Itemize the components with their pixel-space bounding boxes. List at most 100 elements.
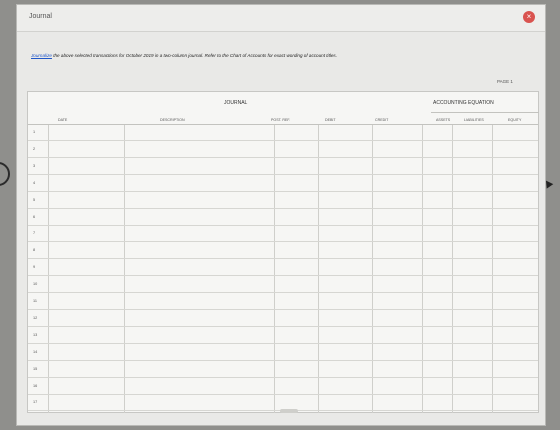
post-ref-cell[interactable] <box>276 177 316 190</box>
debit-cell[interactable] <box>320 396 370 409</box>
debit-cell[interactable] <box>320 244 370 257</box>
credit-cell[interactable] <box>374 194 420 207</box>
assets-cell[interactable] <box>424 380 450 393</box>
post-ref-cell[interactable] <box>276 346 316 359</box>
liabilities-cell[interactable] <box>454 261 490 274</box>
description-cell[interactable] <box>126 261 272 274</box>
description-cell[interactable] <box>126 126 272 139</box>
description-cell[interactable] <box>126 380 272 393</box>
date-cell[interactable] <box>50 329 122 342</box>
liabilities-cell[interactable] <box>454 227 490 240</box>
assets-cell[interactable] <box>424 177 450 190</box>
equity-cell[interactable] <box>494 329 536 342</box>
liabilities-cell[interactable] <box>454 329 490 342</box>
liabilities-cell[interactable] <box>454 160 490 173</box>
date-cell[interactable] <box>50 143 122 156</box>
date-cell[interactable] <box>50 396 122 409</box>
equity-cell[interactable] <box>494 211 536 224</box>
date-cell[interactable] <box>50 227 122 240</box>
liabilities-cell[interactable] <box>454 396 490 409</box>
credit-cell[interactable] <box>374 396 420 409</box>
post-ref-cell[interactable] <box>276 143 316 156</box>
debit-cell[interactable] <box>320 160 370 173</box>
liabilities-cell[interactable] <box>454 363 490 376</box>
journalize-link[interactable]: Journalize <box>31 53 52 58</box>
assets-cell[interactable] <box>424 211 450 224</box>
equity-cell[interactable] <box>494 126 536 139</box>
debit-cell[interactable] <box>320 227 370 240</box>
date-cell[interactable] <box>50 346 122 359</box>
date-cell[interactable] <box>50 211 122 224</box>
credit-cell[interactable] <box>374 177 420 190</box>
credit-cell[interactable] <box>374 363 420 376</box>
credit-cell[interactable] <box>374 126 420 139</box>
description-cell[interactable] <box>126 278 272 291</box>
post-ref-cell[interactable] <box>276 126 316 139</box>
date-cell[interactable] <box>50 363 122 376</box>
date-cell[interactable] <box>50 194 122 207</box>
scroll-handle[interactable] <box>280 409 298 413</box>
post-ref-cell[interactable] <box>276 312 316 325</box>
date-cell[interactable] <box>50 295 122 308</box>
debit-cell[interactable] <box>320 363 370 376</box>
equity-cell[interactable] <box>494 244 536 257</box>
date-cell[interactable] <box>50 278 122 291</box>
equity-cell[interactable] <box>494 177 536 190</box>
assets-cell[interactable] <box>424 278 450 291</box>
post-ref-cell[interactable] <box>276 211 316 224</box>
equity-cell[interactable] <box>494 160 536 173</box>
liabilities-cell[interactable] <box>454 380 490 393</box>
debit-cell[interactable] <box>320 126 370 139</box>
assets-cell[interactable] <box>424 227 450 240</box>
assets-cell[interactable] <box>424 346 450 359</box>
liabilities-cell[interactable] <box>454 126 490 139</box>
assets-cell[interactable] <box>424 363 450 376</box>
post-ref-cell[interactable] <box>276 396 316 409</box>
equity-cell[interactable] <box>494 227 536 240</box>
debit-cell[interactable] <box>320 278 370 291</box>
credit-cell[interactable] <box>374 160 420 173</box>
date-cell[interactable] <box>50 312 122 325</box>
description-cell[interactable] <box>126 312 272 325</box>
post-ref-cell[interactable] <box>276 244 316 257</box>
liabilities-cell[interactable] <box>454 295 490 308</box>
liabilities-cell[interactable] <box>454 346 490 359</box>
date-cell[interactable] <box>50 160 122 173</box>
liabilities-cell[interactable] <box>454 143 490 156</box>
liabilities-cell[interactable] <box>454 312 490 325</box>
credit-cell[interactable] <box>374 244 420 257</box>
credit-cell[interactable] <box>374 346 420 359</box>
description-cell[interactable] <box>126 244 272 257</box>
assets-cell[interactable] <box>424 143 450 156</box>
debit-cell[interactable] <box>320 329 370 342</box>
debit-cell[interactable] <box>320 194 370 207</box>
description-cell[interactable] <box>126 363 272 376</box>
post-ref-cell[interactable] <box>276 194 316 207</box>
assets-cell[interactable] <box>424 329 450 342</box>
equity-cell[interactable] <box>494 363 536 376</box>
post-ref-cell[interactable] <box>276 380 316 393</box>
credit-cell[interactable] <box>374 227 420 240</box>
credit-cell[interactable] <box>374 261 420 274</box>
equity-cell[interactable] <box>494 194 536 207</box>
liabilities-cell[interactable] <box>454 177 490 190</box>
post-ref-cell[interactable] <box>276 295 316 308</box>
debit-cell[interactable] <box>320 177 370 190</box>
description-cell[interactable] <box>126 329 272 342</box>
equity-cell[interactable] <box>494 278 536 291</box>
equity-cell[interactable] <box>494 295 536 308</box>
description-cell[interactable] <box>126 346 272 359</box>
equity-cell[interactable] <box>494 261 536 274</box>
debit-cell[interactable] <box>320 380 370 393</box>
post-ref-cell[interactable] <box>276 363 316 376</box>
credit-cell[interactable] <box>374 380 420 393</box>
description-cell[interactable] <box>126 194 272 207</box>
description-cell[interactable] <box>126 396 272 409</box>
post-ref-cell[interactable] <box>276 160 316 173</box>
debit-cell[interactable] <box>320 143 370 156</box>
date-cell[interactable] <box>50 244 122 257</box>
credit-cell[interactable] <box>374 329 420 342</box>
description-cell[interactable] <box>126 211 272 224</box>
credit-cell[interactable] <box>374 278 420 291</box>
assets-cell[interactable] <box>424 295 450 308</box>
